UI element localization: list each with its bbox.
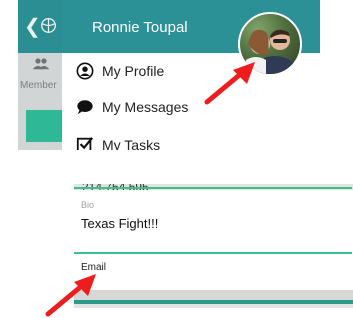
menu-item-label: My Tasks [102, 137, 161, 150]
menu-item-label: My Profile [102, 63, 165, 79]
menu-item-my-messages[interactable]: My Messages [76, 93, 188, 121]
people-icon[interactable] [32, 58, 50, 70]
form-footer [74, 290, 353, 300]
team-logo-icon [41, 18, 56, 33]
background-app-strip: ❮ Member [18, 0, 62, 150]
bio-field-underline [74, 252, 352, 254]
menu-item-label: My Messages [102, 99, 189, 115]
phone-field-underline [74, 187, 352, 189]
bio-field[interactable]: Texas Fight!!! [81, 216, 158, 231]
chevron-left-icon[interactable]: ❮ [24, 17, 41, 37]
profile-form-screen: 214.754.595 Bio Texas Fight!!! Email [74, 184, 353, 308]
menu-item-my-profile[interactable]: My Profile [76, 57, 164, 85]
menu-item-my-tasks[interactable]: My Tasks [76, 131, 160, 150]
bio-label: Bio [81, 200, 95, 210]
navigation-drawer: Ronnie Toupal My Profile My Messages My … [62, 0, 320, 150]
user-name: Ronnie Toupal [92, 19, 188, 36]
form-card: Bio Texas Fight!!! Email [74, 190, 353, 290]
red-arrow-annotation [45, 274, 96, 317]
members-tab-label[interactable]: Member [20, 80, 57, 91]
form-bottom-border [74, 300, 353, 304]
member-action-button[interactable] [26, 110, 62, 142]
red-arrow-annotation [204, 62, 255, 105]
chat-bubble-icon [77, 100, 93, 115]
navigation-screen: ❮ Member Ronnie Toupal My Profile My Mes… [18, 0, 320, 150]
checkbox-icon [76, 137, 94, 150]
account-circle-icon [76, 62, 94, 80]
